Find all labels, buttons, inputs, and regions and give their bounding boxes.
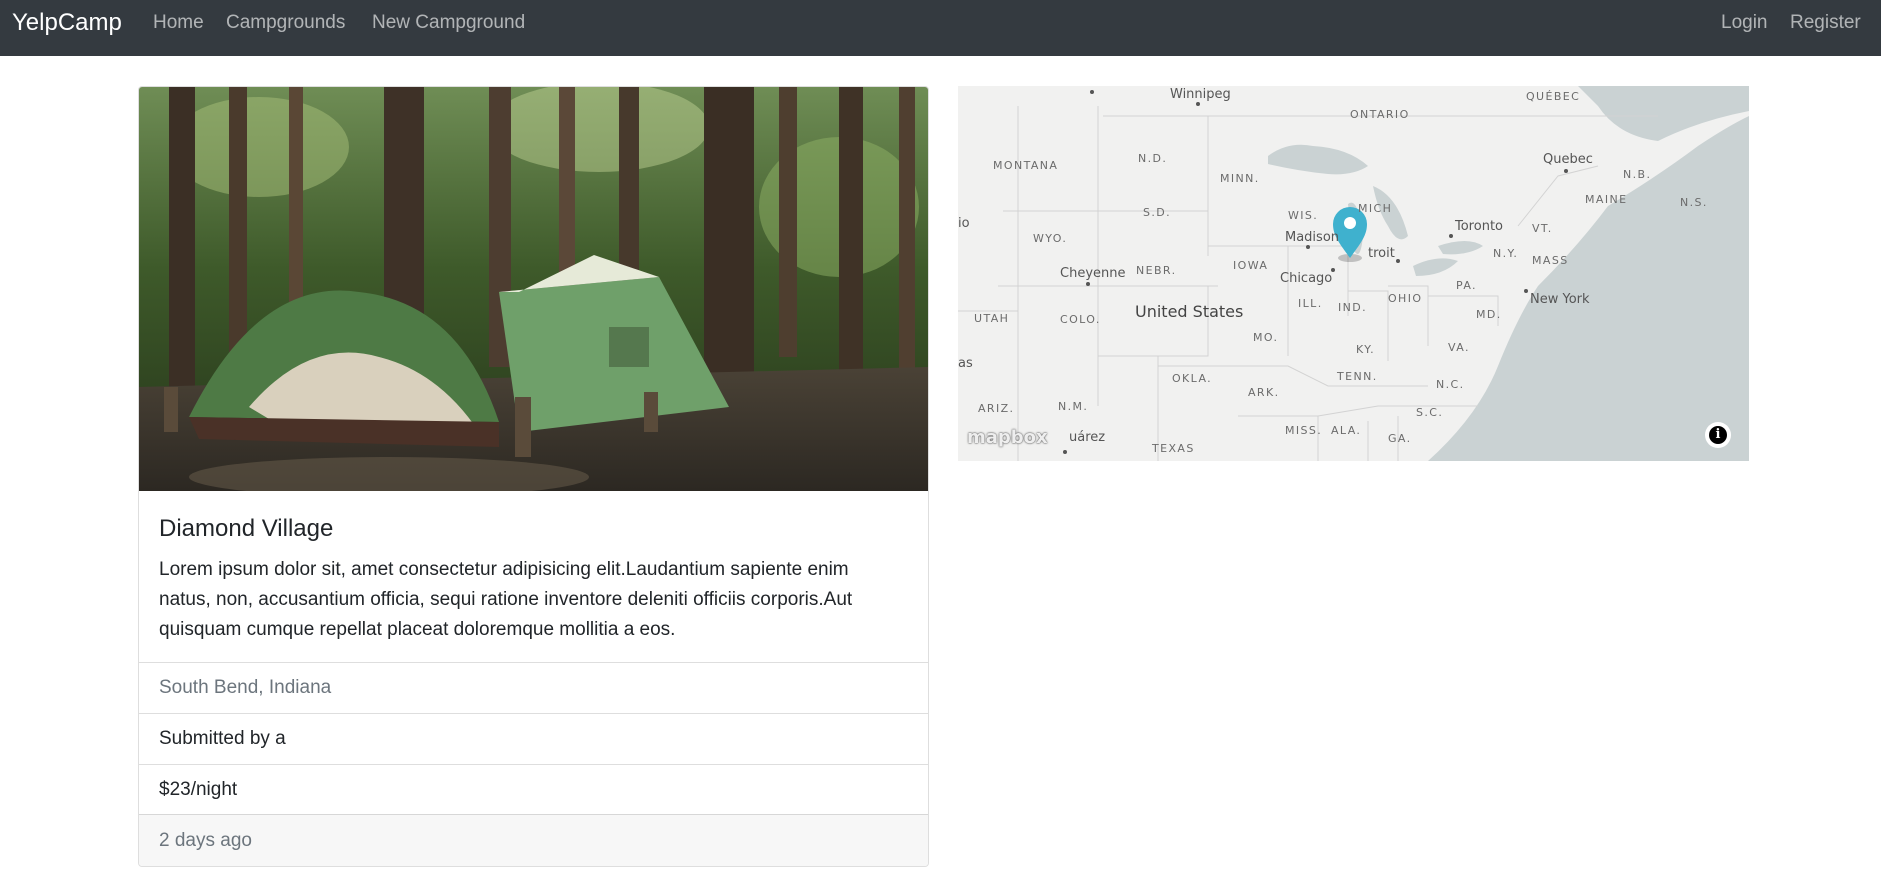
map-label-sc: S.C. bbox=[1416, 406, 1444, 419]
map-label-utah: UTAH bbox=[974, 312, 1010, 325]
map-label-quebec-city: Quebec bbox=[1543, 152, 1593, 167]
map-label-detroit: troit bbox=[1368, 246, 1395, 261]
campground-author: Submitted by a bbox=[139, 713, 928, 764]
map-label-edge-as: as bbox=[958, 356, 973, 371]
mapbox-logo[interactable]: mapbox bbox=[967, 427, 1048, 448]
map-label-toronto: Toronto bbox=[1455, 219, 1503, 234]
map-label-maine: MAINE bbox=[1585, 193, 1628, 206]
map-label-vt: VT. bbox=[1532, 222, 1553, 235]
navbar: YelpCamp Home Campgrounds New Campground… bbox=[0, 0, 1881, 56]
map-label-wis: WIS. bbox=[1288, 209, 1319, 222]
info-icon: i bbox=[1709, 426, 1727, 444]
map-label-ky: KY. bbox=[1356, 343, 1376, 356]
map-label-ohio: OHIO bbox=[1388, 292, 1423, 305]
map-label-nm: N.M. bbox=[1058, 400, 1089, 413]
map-label-mass: MASS bbox=[1532, 254, 1569, 267]
card-body: Diamond Village Lorem ipsum dolor sit, a… bbox=[139, 491, 928, 659]
map-label-edge-io: io bbox=[958, 216, 970, 231]
map-label-ill: ILL. bbox=[1298, 297, 1323, 310]
map-label-ny: N.Y. bbox=[1493, 247, 1519, 260]
map-label-juarez: uárez bbox=[1069, 430, 1106, 445]
map-label-pa: PA. bbox=[1456, 279, 1477, 292]
map-label-montana: MONTANA bbox=[993, 159, 1059, 172]
nav-register-link[interactable]: Register bbox=[1790, 12, 1861, 34]
nav-home-link[interactable]: Home bbox=[153, 12, 204, 34]
map-label-nebr: NEBR. bbox=[1136, 264, 1177, 277]
campground-description: Lorem ipsum dolor sit, amet consectetur … bbox=[159, 559, 853, 640]
map-label-texas: TEXAS bbox=[1152, 442, 1195, 455]
map-label-mich: MICH bbox=[1358, 202, 1393, 215]
map-label-miss: MISS. bbox=[1285, 424, 1323, 437]
campground-location: South Bend, Indiana bbox=[139, 662, 928, 713]
card-footer-posted-time: 2 days ago bbox=[139, 814, 928, 866]
map-label-ga: GA. bbox=[1388, 432, 1412, 445]
map-label-colo: COLO. bbox=[1060, 313, 1101, 326]
map-label-united-states: United States bbox=[1135, 302, 1244, 321]
map-label-winnipeg: Winnipeg bbox=[1170, 87, 1231, 102]
map-label-ns: N.S. bbox=[1680, 196, 1708, 209]
nav-login-link[interactable]: Login bbox=[1721, 12, 1768, 34]
campground-title: Diamond Village bbox=[159, 515, 334, 542]
map-label-ala: ALA. bbox=[1331, 424, 1362, 437]
campground-map[interactable]: MONTANA N.D. MINN. S.D. WYO. NEBR. IOWA … bbox=[958, 86, 1749, 461]
map-label-va: VA. bbox=[1448, 341, 1470, 354]
map-label-ark: ARK. bbox=[1248, 386, 1280, 399]
map-label-mo: MO. bbox=[1253, 331, 1279, 344]
campground-image bbox=[139, 87, 928, 491]
map-label-tenn: TENN. bbox=[1337, 370, 1378, 383]
map-label-wyo: WYO. bbox=[1033, 232, 1068, 245]
map-label-sd: S.D. bbox=[1143, 206, 1172, 219]
map-label-ind: IND. bbox=[1338, 301, 1368, 314]
map-label-nc: N.C. bbox=[1436, 378, 1465, 391]
map-label-okla: OKLA. bbox=[1172, 372, 1213, 385]
map-label-md: MD. bbox=[1476, 308, 1502, 321]
map-label-iowa: IOWA bbox=[1233, 259, 1269, 272]
map-attribution-button[interactable]: i bbox=[1705, 422, 1731, 448]
map-label-ariz: ARIZ. bbox=[978, 402, 1015, 415]
nav-new-campground-link[interactable]: New Campground bbox=[372, 12, 525, 34]
campground-card: Diamond Village Lorem ipsum dolor sit, a… bbox=[138, 86, 929, 867]
map-label-cheyenne: Cheyenne bbox=[1060, 266, 1126, 281]
nav-campgrounds-link[interactable]: Campgrounds bbox=[226, 12, 345, 34]
map-label-ontario: ONTARIO bbox=[1350, 108, 1410, 121]
map-label-new-york: New York bbox=[1530, 292, 1590, 307]
campground-price: $23/night bbox=[139, 764, 928, 815]
map-label-quebec-province: QUÉBEC bbox=[1526, 90, 1581, 103]
brand-link[interactable]: YelpCamp bbox=[12, 9, 122, 37]
map-label-nd: N.D. bbox=[1138, 152, 1168, 165]
map-label-chicago: Chicago bbox=[1280, 271, 1333, 286]
map-label-minn: MINN. bbox=[1220, 172, 1260, 185]
map-label-nb: N.B. bbox=[1623, 168, 1652, 181]
map-label-madison: Madison bbox=[1285, 230, 1340, 245]
